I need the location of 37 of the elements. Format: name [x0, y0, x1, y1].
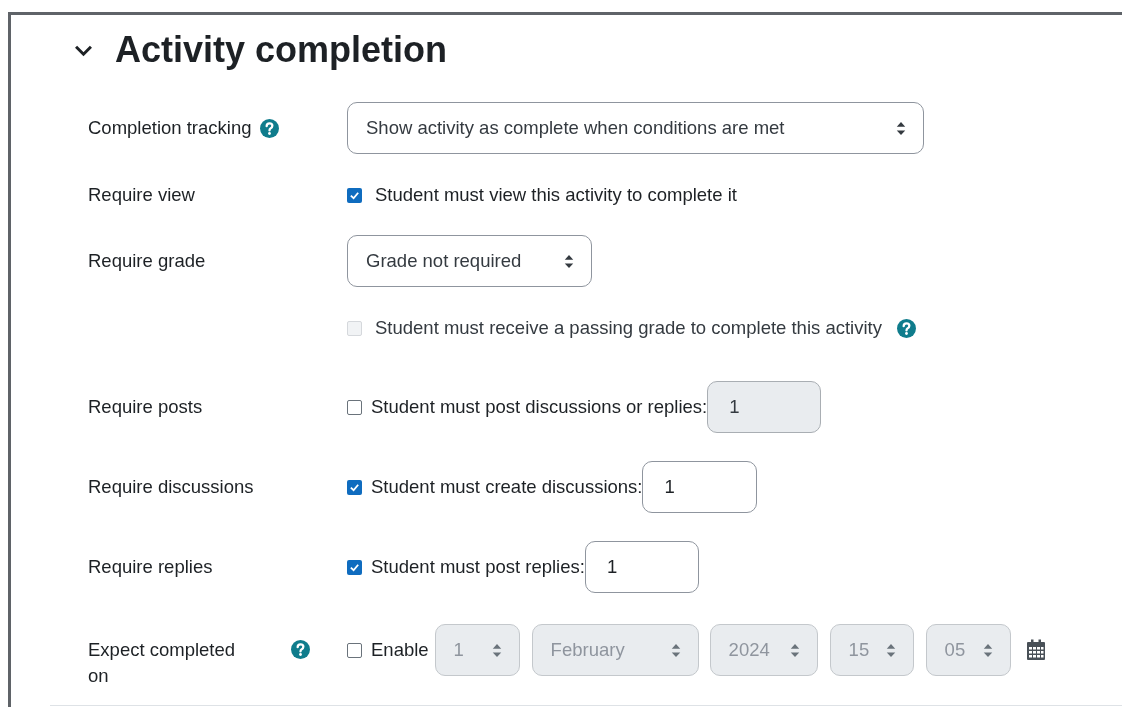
sort-icon [885, 642, 896, 658]
field-label: Require view [88, 183, 195, 207]
sort-icon [982, 642, 993, 658]
field-label: Require discussions [88, 475, 254, 499]
field-label: Completion tracking [88, 116, 252, 140]
calendar-icon[interactable] [1025, 639, 1046, 661]
check-icon [349, 189, 360, 201]
checkbox[interactable] [347, 479, 362, 495]
help-icon[interactable] [259, 118, 279, 138]
checkbox[interactable] [347, 642, 362, 658]
help-icon[interactable] [291, 640, 310, 659]
sort-icon [491, 642, 502, 658]
checkbox-label: Student must post replies: [371, 555, 585, 580]
chevron-icon[interactable] [74, 43, 93, 57]
checkbox-label: Enable [371, 638, 429, 663]
dropdown-select[interactable]: Grade not required [347, 235, 592, 287]
checkbox[interactable] [347, 559, 362, 575]
number-field[interactable]: 1 [642, 461, 758, 513]
checkbox[interactable] [347, 399, 362, 415]
check-icon [349, 481, 360, 493]
sort-icon [564, 253, 574, 269]
number-field[interactable]: 1 [584, 541, 699, 593]
checkbox-label: Student must view this activity to complete it [375, 183, 737, 208]
dropdown-select[interactable]: Show activity as complete when conditions are met [347, 102, 924, 154]
checkbox-label: Student must post discussions or replies: [371, 395, 708, 420]
section-title: Activity completion [115, 32, 448, 68]
sort-icon [896, 120, 906, 136]
field-label: Require replies [88, 555, 213, 579]
field-label: Expect completed on [88, 638, 237, 688]
field-label: Require posts [88, 395, 203, 419]
checkbox-label: Student must receive a passing grade to complete this activity [375, 316, 882, 341]
sort-icon [670, 642, 681, 658]
sort-icon [789, 642, 800, 658]
checkbox[interactable] [347, 187, 362, 203]
check-icon [349, 561, 360, 573]
checkbox-label: Student must create discussions: [371, 475, 643, 500]
field-label: Require grade [88, 249, 206, 273]
